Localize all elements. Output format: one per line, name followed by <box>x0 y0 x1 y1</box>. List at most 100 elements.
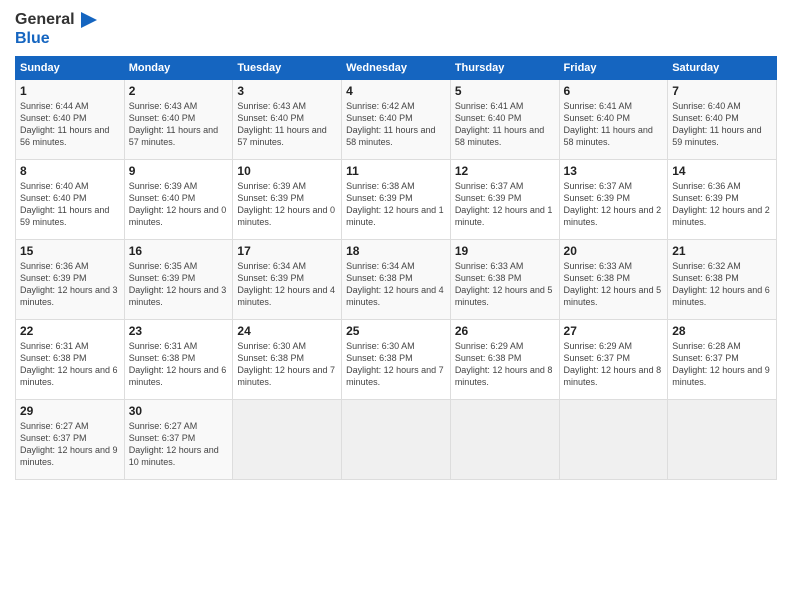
day-info: Sunrise: 6:37 AMSunset: 6:39 PMDaylight:… <box>564 180 664 229</box>
column-header-wednesday: Wednesday <box>342 56 451 79</box>
day-cell: 30 Sunrise: 6:27 AMSunset: 6:37 PMDaylig… <box>124 399 233 479</box>
day-info: Sunrise: 6:29 AMSunset: 6:37 PMDaylight:… <box>564 340 664 389</box>
day-cell <box>668 399 777 479</box>
day-number: 6 <box>564 84 664 98</box>
day-number: 19 <box>455 244 555 258</box>
calendar-header: SundayMondayTuesdayWednesdayThursdayFrid… <box>16 56 777 79</box>
day-info: Sunrise: 6:41 AMSunset: 6:40 PMDaylight:… <box>564 100 664 149</box>
calendar-body: 1 Sunrise: 6:44 AMSunset: 6:40 PMDayligh… <box>16 79 777 479</box>
day-info: Sunrise: 6:44 AMSunset: 6:40 PMDaylight:… <box>20 100 120 149</box>
day-cell: 13 Sunrise: 6:37 AMSunset: 6:39 PMDaylig… <box>559 159 668 239</box>
day-info: Sunrise: 6:43 AMSunset: 6:40 PMDaylight:… <box>129 100 229 149</box>
day-cell <box>559 399 668 479</box>
day-cell: 2 Sunrise: 6:43 AMSunset: 6:40 PMDayligh… <box>124 79 233 159</box>
day-info: Sunrise: 6:36 AMSunset: 6:39 PMDaylight:… <box>672 180 772 229</box>
day-cell: 23 Sunrise: 6:31 AMSunset: 6:38 PMDaylig… <box>124 319 233 399</box>
day-number: 12 <box>455 164 555 178</box>
day-number: 11 <box>346 164 446 178</box>
day-cell: 12 Sunrise: 6:37 AMSunset: 6:39 PMDaylig… <box>450 159 559 239</box>
day-info: Sunrise: 6:27 AMSunset: 6:37 PMDaylight:… <box>20 420 120 469</box>
week-row-3: 15 Sunrise: 6:36 AMSunset: 6:39 PMDaylig… <box>16 239 777 319</box>
day-number: 22 <box>20 324 120 338</box>
header-row: SundayMondayTuesdayWednesdayThursdayFrid… <box>16 56 777 79</box>
day-info: Sunrise: 6:30 AMSunset: 6:38 PMDaylight:… <box>237 340 337 389</box>
column-header-thursday: Thursday <box>450 56 559 79</box>
column-header-friday: Friday <box>559 56 668 79</box>
day-cell: 19 Sunrise: 6:33 AMSunset: 6:38 PMDaylig… <box>450 239 559 319</box>
week-row-4: 22 Sunrise: 6:31 AMSunset: 6:38 PMDaylig… <box>16 319 777 399</box>
page-header: General Blue <box>15 10 777 48</box>
day-cell: 6 Sunrise: 6:41 AMSunset: 6:40 PMDayligh… <box>559 79 668 159</box>
logo: General Blue <box>15 10 99 48</box>
day-info: Sunrise: 6:39 AMSunset: 6:40 PMDaylight:… <box>129 180 229 229</box>
day-info: Sunrise: 6:29 AMSunset: 6:38 PMDaylight:… <box>455 340 555 389</box>
day-cell: 29 Sunrise: 6:27 AMSunset: 6:37 PMDaylig… <box>16 399 125 479</box>
week-row-2: 8 Sunrise: 6:40 AMSunset: 6:40 PMDayligh… <box>16 159 777 239</box>
day-info: Sunrise: 6:33 AMSunset: 6:38 PMDaylight:… <box>564 260 664 309</box>
day-cell: 27 Sunrise: 6:29 AMSunset: 6:37 PMDaylig… <box>559 319 668 399</box>
day-info: Sunrise: 6:43 AMSunset: 6:40 PMDaylight:… <box>237 100 337 149</box>
day-cell: 1 Sunrise: 6:44 AMSunset: 6:40 PMDayligh… <box>16 79 125 159</box>
day-number: 26 <box>455 324 555 338</box>
day-cell: 5 Sunrise: 6:41 AMSunset: 6:40 PMDayligh… <box>450 79 559 159</box>
day-number: 29 <box>20 404 120 418</box>
logo-text: General Blue <box>15 10 99 48</box>
day-cell: 25 Sunrise: 6:30 AMSunset: 6:38 PMDaylig… <box>342 319 451 399</box>
day-cell <box>450 399 559 479</box>
day-info: Sunrise: 6:34 AMSunset: 6:38 PMDaylight:… <box>346 260 446 309</box>
day-info: Sunrise: 6:40 AMSunset: 6:40 PMDaylight:… <box>20 180 120 229</box>
day-number: 24 <box>237 324 337 338</box>
day-number: 21 <box>672 244 772 258</box>
day-number: 28 <box>672 324 772 338</box>
day-cell: 18 Sunrise: 6:34 AMSunset: 6:38 PMDaylig… <box>342 239 451 319</box>
day-number: 23 <box>129 324 229 338</box>
day-info: Sunrise: 6:28 AMSunset: 6:37 PMDaylight:… <box>672 340 772 389</box>
column-header-sunday: Sunday <box>16 56 125 79</box>
day-cell: 11 Sunrise: 6:38 AMSunset: 6:39 PMDaylig… <box>342 159 451 239</box>
day-number: 25 <box>346 324 446 338</box>
week-row-5: 29 Sunrise: 6:27 AMSunset: 6:37 PMDaylig… <box>16 399 777 479</box>
day-cell: 24 Sunrise: 6:30 AMSunset: 6:38 PMDaylig… <box>233 319 342 399</box>
day-number: 5 <box>455 84 555 98</box>
day-number: 3 <box>237 84 337 98</box>
day-number: 20 <box>564 244 664 258</box>
day-info: Sunrise: 6:39 AMSunset: 6:39 PMDaylight:… <box>237 180 337 229</box>
day-number: 17 <box>237 244 337 258</box>
day-info: Sunrise: 6:42 AMSunset: 6:40 PMDaylight:… <box>346 100 446 149</box>
day-cell: 22 Sunrise: 6:31 AMSunset: 6:38 PMDaylig… <box>16 319 125 399</box>
day-cell: 4 Sunrise: 6:42 AMSunset: 6:40 PMDayligh… <box>342 79 451 159</box>
day-number: 18 <box>346 244 446 258</box>
day-info: Sunrise: 6:41 AMSunset: 6:40 PMDaylight:… <box>455 100 555 149</box>
day-info: Sunrise: 6:30 AMSunset: 6:38 PMDaylight:… <box>346 340 446 389</box>
day-number: 1 <box>20 84 120 98</box>
week-row-1: 1 Sunrise: 6:44 AMSunset: 6:40 PMDayligh… <box>16 79 777 159</box>
day-cell: 8 Sunrise: 6:40 AMSunset: 6:40 PMDayligh… <box>16 159 125 239</box>
day-cell: 16 Sunrise: 6:35 AMSunset: 6:39 PMDaylig… <box>124 239 233 319</box>
day-info: Sunrise: 6:31 AMSunset: 6:38 PMDaylight:… <box>20 340 120 389</box>
day-info: Sunrise: 6:31 AMSunset: 6:38 PMDaylight:… <box>129 340 229 389</box>
page-container: General Blue SundayMondayTuesdayWednesda… <box>0 0 792 612</box>
day-number: 14 <box>672 164 772 178</box>
day-cell: 10 Sunrise: 6:39 AMSunset: 6:39 PMDaylig… <box>233 159 342 239</box>
day-number: 8 <box>20 164 120 178</box>
day-info: Sunrise: 6:34 AMSunset: 6:39 PMDaylight:… <box>237 260 337 309</box>
day-cell: 3 Sunrise: 6:43 AMSunset: 6:40 PMDayligh… <box>233 79 342 159</box>
day-number: 10 <box>237 164 337 178</box>
column-header-tuesday: Tuesday <box>233 56 342 79</box>
day-number: 4 <box>346 84 446 98</box>
day-cell: 9 Sunrise: 6:39 AMSunset: 6:40 PMDayligh… <box>124 159 233 239</box>
day-cell: 15 Sunrise: 6:36 AMSunset: 6:39 PMDaylig… <box>16 239 125 319</box>
day-info: Sunrise: 6:37 AMSunset: 6:39 PMDaylight:… <box>455 180 555 229</box>
day-number: 16 <box>129 244 229 258</box>
calendar-table: SundayMondayTuesdayWednesdayThursdayFrid… <box>15 56 777 480</box>
day-cell: 7 Sunrise: 6:40 AMSunset: 6:40 PMDayligh… <box>668 79 777 159</box>
day-number: 15 <box>20 244 120 258</box>
day-info: Sunrise: 6:33 AMSunset: 6:38 PMDaylight:… <box>455 260 555 309</box>
day-cell <box>342 399 451 479</box>
day-info: Sunrise: 6:38 AMSunset: 6:39 PMDaylight:… <box>346 180 446 229</box>
day-info: Sunrise: 6:40 AMSunset: 6:40 PMDaylight:… <box>672 100 772 149</box>
day-cell <box>233 399 342 479</box>
day-number: 2 <box>129 84 229 98</box>
column-header-saturday: Saturday <box>668 56 777 79</box>
day-number: 13 <box>564 164 664 178</box>
